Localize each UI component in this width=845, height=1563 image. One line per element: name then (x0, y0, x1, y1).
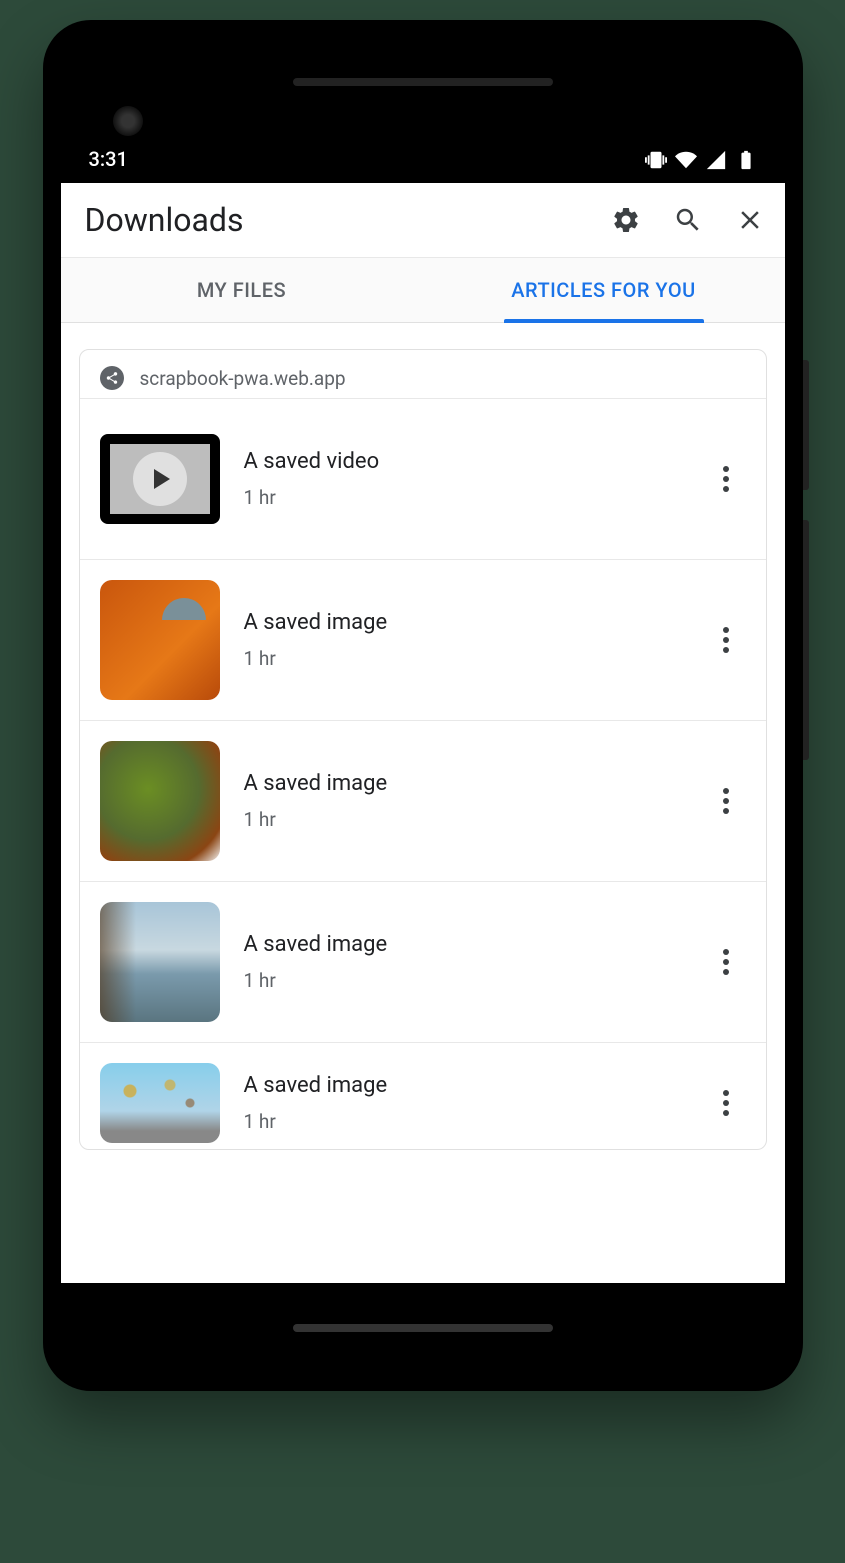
volume-button (803, 520, 809, 760)
item-time: 1 hr (244, 647, 682, 670)
item-title: A saved image (244, 771, 682, 796)
more-button[interactable] (706, 949, 746, 975)
power-button (803, 360, 809, 490)
list-item[interactable]: A saved image 1 hr (80, 881, 766, 1042)
more-button[interactable] (706, 627, 746, 653)
item-time: 1 hr (244, 486, 682, 509)
thumbnail-image (100, 741, 220, 861)
item-title: A saved image (244, 610, 682, 635)
wifi-icon (675, 149, 697, 171)
phone-camera (113, 106, 143, 136)
content-card: scrapbook-pwa.web.app A saved video 1 hr (79, 349, 767, 1150)
search-icon[interactable] (673, 205, 703, 235)
list-item[interactable]: A saved image 1 hr (80, 559, 766, 720)
settings-icon[interactable] (611, 205, 641, 235)
thumbnail-image (100, 902, 220, 1022)
more-icon (723, 627, 729, 653)
item-title: A saved image (244, 932, 682, 957)
close-icon[interactable] (735, 205, 765, 235)
page-title: Downloads (85, 201, 244, 239)
more-icon (723, 788, 729, 814)
signal-icon (705, 149, 727, 171)
list-item[interactable]: A saved video 1 hr (80, 398, 766, 559)
vibrate-icon (645, 149, 667, 171)
item-title: A saved image (244, 1073, 682, 1098)
source-label: scrapbook-pwa.web.app (140, 367, 346, 390)
share-icon (100, 366, 124, 390)
more-icon (723, 1090, 729, 1116)
tab-my-files[interactable]: MY FILES (61, 258, 423, 322)
battery-icon (735, 149, 757, 171)
status-icons (645, 149, 757, 171)
tab-articles-for-you[interactable]: ARTICLES FOR YOU (423, 258, 785, 322)
more-icon (723, 949, 729, 975)
thumbnail-image (100, 1063, 220, 1143)
phone-speaker-bottom (293, 1324, 553, 1332)
phone-frame: 3:31 Downloads MY FILES ARTICLES FOR YOU (43, 20, 803, 1391)
card-header: scrapbook-pwa.web.app (80, 350, 766, 398)
more-icon (723, 466, 729, 492)
app-header: Downloads (61, 183, 785, 258)
more-button[interactable] (706, 466, 746, 492)
item-time: 1 hr (244, 969, 682, 992)
thumbnail-video (100, 419, 220, 539)
thumbnail-image (100, 580, 220, 700)
more-button[interactable] (706, 1090, 746, 1116)
item-time: 1 hr (244, 1110, 682, 1133)
status-time: 3:31 (89, 147, 128, 171)
list-item[interactable]: A saved image 1 hr (80, 1042, 766, 1149)
list-item[interactable]: A saved image 1 hr (80, 720, 766, 881)
phone-chin (61, 1283, 785, 1373)
play-icon (133, 452, 187, 506)
app-screen: Downloads MY FILES ARTICLES FOR YOU (61, 183, 785, 1283)
phone-speaker (293, 78, 553, 86)
tabs: MY FILES ARTICLES FOR YOU (61, 258, 785, 323)
more-button[interactable] (706, 788, 746, 814)
item-title: A saved video (244, 449, 682, 474)
status-bar: 3:31 (61, 38, 785, 183)
item-time: 1 hr (244, 808, 682, 831)
